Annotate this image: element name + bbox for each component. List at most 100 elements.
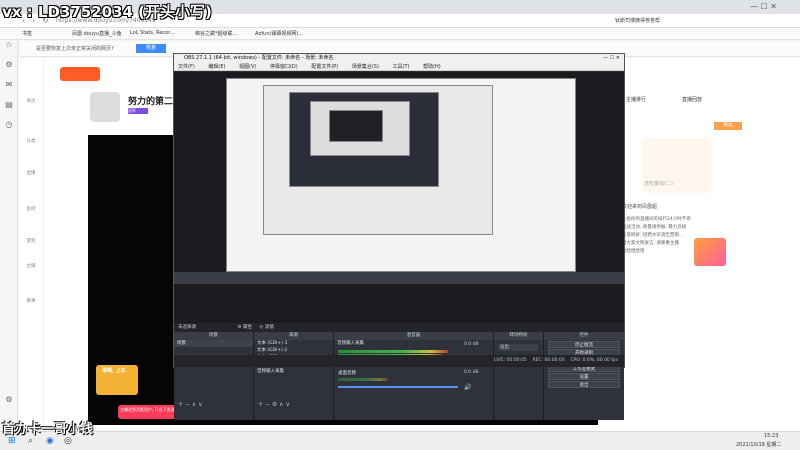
- chat-line-4: 哈哈哈哈哈: [622, 249, 645, 254]
- bookmark-2[interactable]: LoL Stats, Recor...: [130, 30, 175, 36]
- right-column: 主播排行 直播回放 粉丝 送吃番茄(二) 欢迎来到凤凰超 斗鱼你的直播间的排行2…: [622, 88, 742, 428]
- window-controls[interactable]: — ☐ ✕: [750, 2, 777, 11]
- cpu-status: CPU: 0.6%, 60.00 fps: [570, 358, 619, 363]
- source-item[interactable]: 文本 (GDI+) 3: [254, 340, 333, 347]
- exit-button[interactable]: 退出: [548, 381, 620, 388]
- bookmark-0[interactable]: 书签: [22, 30, 32, 37]
- obs-menu-tools[interactable]: 工具(T): [393, 64, 410, 70]
- nested-capture-1: [226, 78, 576, 272]
- mixer-header: 混音器: [334, 332, 493, 340]
- restore-button[interactable]: 恢复: [136, 44, 166, 53]
- nested-capture-3: [289, 92, 439, 187]
- clock-icon[interactable]: ◷: [4, 120, 14, 130]
- obs-icon[interactable]: ◎: [64, 436, 72, 446]
- gift-banner[interactable]: [694, 238, 726, 266]
- filter-icon[interactable]: ◎: [259, 325, 263, 330]
- obs-menu-help[interactable]: 帮助(H): [423, 64, 441, 70]
- browser-sidebar: ☆ ⚙ ✉ ▤ ◷ ⚙: [0, 40, 18, 435]
- bookmark-3[interactable]: 峡谷之巅*超级联...: [195, 30, 237, 37]
- obs-titlebar: OBS 27.1.1 (64-bit, windows) - 配置文件: 未命名…: [174, 54, 624, 63]
- nested-capture-2: [263, 85, 493, 235]
- nested-obs-bar: [174, 272, 624, 284]
- settings-button[interactable]: 设置: [548, 373, 620, 380]
- bookmark-1[interactable]: 凤凰·douyu直播_斗鱼: [72, 30, 122, 37]
- chat-line-2: 恶意刷屏, 招聘水军请至营销...: [622, 233, 684, 238]
- clock-time: 15:23: [764, 433, 779, 439]
- search-icon[interactable]: ⌕: [28, 436, 33, 446]
- props-button[interactable]: 属性: [243, 325, 252, 330]
- avatar[interactable]: [90, 92, 120, 122]
- mixer-dock: 混音器 音频输入采集 0.0 dB 🔊 桌面音频 0.0 dB 🔊: [334, 332, 494, 420]
- start-icon[interactable]: ⊞: [8, 436, 16, 446]
- obs-dock-area: 未选择源 ⚙ 属性 ◎ 滤镜 场景 场景 + − ∧ ∨ 来源 文本 (GDI+…: [174, 323, 624, 420]
- scene-item[interactable]: 场景: [174, 340, 253, 347]
- nested-capture-5: [329, 110, 383, 142]
- tab-rank[interactable]: 主播排行: [626, 96, 646, 103]
- promo-card[interactable]: 请喝, 上车: [96, 365, 138, 395]
- taskbar: ⊞ ⌕ ◉ ◎ 15:23 2021/10/19 星期二: [0, 431, 800, 450]
- transition-select[interactable]: 淡出: [498, 344, 538, 351]
- chat-icon[interactable]: ✉: [4, 80, 14, 90]
- side-game[interactable]: 游戏: [22, 238, 40, 244]
- source-item[interactable]: 文本 (GDI+) 2: [254, 347, 333, 354]
- chat-line-3: 请大家文明发言, 请尊重主播: [622, 241, 679, 246]
- obs-menu-docks[interactable]: 停靠窗口(D): [270, 64, 298, 70]
- stop-stream-button[interactable]: 停止推流: [548, 341, 620, 348]
- obs-menu-file[interactable]: 文件(F): [178, 64, 195, 70]
- controls-header: 控件: [544, 332, 624, 340]
- sources-header: 来源: [254, 332, 333, 340]
- side-event[interactable]: 赛事: [22, 298, 40, 304]
- volume-meter: [338, 350, 448, 353]
- browser-icon[interactable]: ◉: [46, 436, 54, 446]
- side-forum[interactable]: 鱼吧: [22, 206, 40, 212]
- douyu-side-nav: 关注 分类 直播 鱼吧 游戏 主播 赛事: [18, 58, 44, 433]
- scene-controls[interactable]: + − ∧ ∨: [178, 401, 203, 408]
- nested-capture-4: [310, 101, 410, 156]
- scenes-header: 场景: [174, 332, 253, 340]
- watermark-bottom: 首办卡一哥小钱: [2, 422, 94, 437]
- volume-slider[interactable]: [338, 386, 458, 388]
- live-status: LIVE: 00:00:05: [493, 358, 527, 363]
- star-icon[interactable]: ☆: [4, 40, 14, 50]
- chat-line-1: 推送活动, 刷量请举报, 暴力违规: [622, 225, 687, 230]
- side-anchor[interactable]: 主播: [22, 263, 40, 269]
- fans-button[interactable]: 粉丝: [714, 122, 742, 130]
- source-item[interactable]: 音频输入采集: [254, 368, 333, 375]
- promo-tag: 请喝, 上车: [102, 368, 126, 374]
- tab-replay[interactable]: 直播回放: [682, 96, 702, 103]
- chat-line-0: 斗鱼你的直播间的排行24小时不停: [622, 217, 691, 222]
- clock-date: 2021/10/19 星期二: [736, 442, 782, 448]
- doc-icon[interactable]: ▤: [4, 100, 14, 110]
- speaker-icon[interactable]: 🔊: [464, 384, 471, 391]
- mascot-caption: 送吃番茄(二): [644, 181, 673, 187]
- obs-title-text: OBS 27.1.1 (64-bit, windows) - 配置文件: 未命名…: [184, 55, 334, 61]
- transitions-dock: 转场特效 淡出 时长 300 ms: [494, 332, 544, 420]
- obs-window-controls[interactable]: — ☐ ✕: [603, 54, 620, 63]
- controls-dock: 控件 停止推流 开始录制 启动虚拟摄像机 工作室模式 设置 退出: [544, 332, 624, 420]
- obs-menubar: 文件(F) 编辑(E) 视图(V) 停靠窗口(D) 配置文件(P) 场景集合(S…: [174, 63, 624, 71]
- bookmark-4[interactable]: Aofun(弹幕视频网)...: [255, 30, 303, 37]
- scenes-dock: 场景 场景 + − ∧ ∨: [174, 332, 254, 420]
- bookmarks-bar: 书签 凤凰·douyu直播_斗鱼 LoL Stats, Recor... 峡谷之…: [0, 28, 800, 40]
- source-controls[interactable]: + − ⚙ ∧ ∨: [258, 401, 290, 408]
- gear-icon[interactable]: ⚙: [237, 325, 241, 330]
- search-hint[interactable]: 钛斯司博摘得卷卷帮: [615, 17, 660, 24]
- rec-status: REC: 00:00:00: [532, 358, 565, 363]
- obs-preview[interactable]: [174, 72, 624, 328]
- gear-icon[interactable]: ⚙: [4, 60, 14, 70]
- mixer-track-name: 桌面音频: [338, 371, 356, 376]
- mixer-track-db: 0.0 dB: [464, 370, 479, 375]
- obs-menu-profile[interactable]: 配置文件(P): [311, 64, 338, 70]
- obs-menu-view[interactable]: 视图(V): [239, 64, 256, 70]
- obs-statusbar: LIVE: 00:00:05 REC: 00:00:00 CPU: 0.6%, …: [174, 355, 624, 367]
- side-category[interactable]: 分类: [22, 138, 40, 144]
- obs-menu-scenes[interactable]: 场景集合(S): [352, 64, 379, 70]
- filters-button[interactable]: 滤镜: [265, 325, 274, 330]
- obs-source-toolbar: 未选择源 ⚙ 属性 ◎ 滤镜: [174, 323, 624, 332]
- obs-menu-edit[interactable]: 编辑(E): [208, 64, 225, 70]
- settings-icon[interactable]: ⚙: [4, 395, 14, 405]
- volume-meter: [338, 378, 388, 381]
- side-live[interactable]: 直播: [22, 170, 40, 176]
- douyu-logo[interactable]: [60, 67, 100, 81]
- side-follow[interactable]: 关注: [22, 98, 40, 104]
